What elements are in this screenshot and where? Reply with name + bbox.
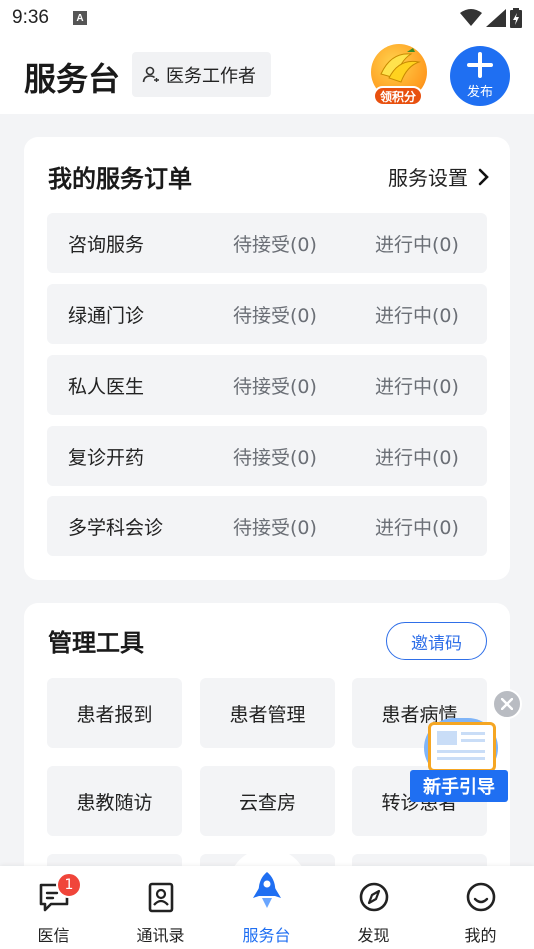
contacts-icon (148, 882, 173, 913)
bottom-tab-bar: 1 医信 通讯录 服务台 发现 我的 (0, 866, 534, 949)
tab-contacts[interactable]: 通讯录 (107, 876, 214, 946)
battery-icon (510, 8, 522, 28)
order-in-progress[interactable]: 进行中(0) (375, 230, 459, 257)
orders-title: 我的服务订单 (48, 165, 192, 193)
document-icon (428, 722, 496, 772)
page-title: 服务台 (24, 60, 121, 98)
service-settings-link[interactable]: 服务设置 (388, 162, 490, 191)
order-name: 私人医生 (68, 376, 145, 398)
tab-label: 通讯录 (136, 926, 185, 945)
guide-label: 新手引导 (410, 770, 508, 802)
service-settings-label: 服务设置 (388, 166, 468, 190)
wifi-icon (460, 9, 482, 26)
publish-label: 发布 (466, 85, 493, 100)
tool-cloud-ward-round[interactable]: 云查房 (200, 766, 335, 836)
order-name: 咨询服务 (68, 234, 145, 256)
order-in-progress[interactable]: 进行中(0) (375, 443, 459, 470)
role-switch-chip[interactable]: 医务工作者 (132, 52, 271, 97)
tab-discover[interactable]: 发现 (320, 876, 427, 946)
role-label: 医务工作者 (166, 65, 256, 87)
order-name: 复诊开药 (68, 447, 145, 469)
invite-code-button[interactable]: 邀请码 (386, 622, 487, 660)
tab-label: 发现 (357, 926, 390, 945)
tool-patient-management[interactable]: 患者管理 (200, 678, 335, 748)
order-row-consult[interactable]: 咨询服务 待接受(0) 进行中(0) (47, 213, 487, 273)
publish-button[interactable]: 发布 (450, 46, 510, 106)
unread-badge: 1 (56, 872, 82, 898)
status-bar: 9:36 A (0, 0, 534, 36)
beginner-guide-widget[interactable]: 新手引导 (410, 718, 510, 802)
close-icon (501, 698, 513, 710)
order-pending[interactable]: 待接受(0) (233, 372, 317, 399)
points-label: 领积分 (373, 86, 423, 106)
rocket-icon (252, 872, 281, 908)
order-row-follow-up-prescription[interactable]: 复诊开药 待接受(0) 进行中(0) (47, 426, 487, 486)
plus-icon (467, 52, 493, 78)
guide-close-button[interactable] (492, 689, 522, 719)
tab-label: 医信 (37, 926, 70, 945)
compass-icon (359, 882, 388, 912)
order-pending[interactable]: 待接受(0) (233, 230, 317, 257)
page-header: 服务台 医务工作者 领积分 发布 (0, 36, 534, 114)
points-button[interactable]: 领积分 (369, 44, 427, 106)
order-row-mdt[interactable]: 多学科会诊 待接受(0) 进行中(0) (47, 496, 487, 556)
order-in-progress[interactable]: 进行中(0) (375, 301, 459, 328)
order-pending[interactable]: 待接受(0) (233, 513, 317, 540)
order-pending[interactable]: 待接受(0) (233, 443, 317, 470)
status-icons (460, 8, 522, 28)
tools-title: 管理工具 (48, 629, 144, 657)
keyboard-notification-icon: A (72, 11, 87, 25)
tab-service-desk[interactable]: 服务台 (213, 872, 320, 946)
order-pending[interactable]: 待接受(0) (233, 301, 317, 328)
chevron-right-icon (478, 168, 489, 185)
status-time: 9:36 (12, 7, 49, 28)
signal-icon (486, 9, 506, 27)
tab-label: 我的 (464, 926, 497, 945)
order-in-progress[interactable]: 进行中(0) (375, 513, 459, 540)
order-in-progress[interactable]: 进行中(0) (375, 372, 459, 399)
order-row-private-doctor[interactable]: 私人医生 待接受(0) 进行中(0) (47, 355, 487, 415)
tab-mine[interactable]: 我的 (427, 876, 534, 946)
tool-patient-education[interactable]: 患教随访 (47, 766, 182, 836)
user-icon (142, 66, 159, 82)
tab-messages[interactable]: 1 医信 (0, 872, 107, 946)
tool-patient-checkin[interactable]: 患者报到 (47, 678, 182, 748)
service-orders-card: 我的服务订单 服务设置 咨询服务 待接受(0) 进行中(0) 绿通门诊 待接受(… (24, 137, 510, 580)
order-name: 绿通门诊 (68, 305, 145, 327)
order-name: 多学科会诊 (68, 517, 164, 539)
order-row-green-channel[interactable]: 绿通门诊 待接受(0) 进行中(0) (47, 284, 487, 344)
tab-label: 服务台 (242, 926, 291, 945)
smile-icon (466, 882, 495, 912)
